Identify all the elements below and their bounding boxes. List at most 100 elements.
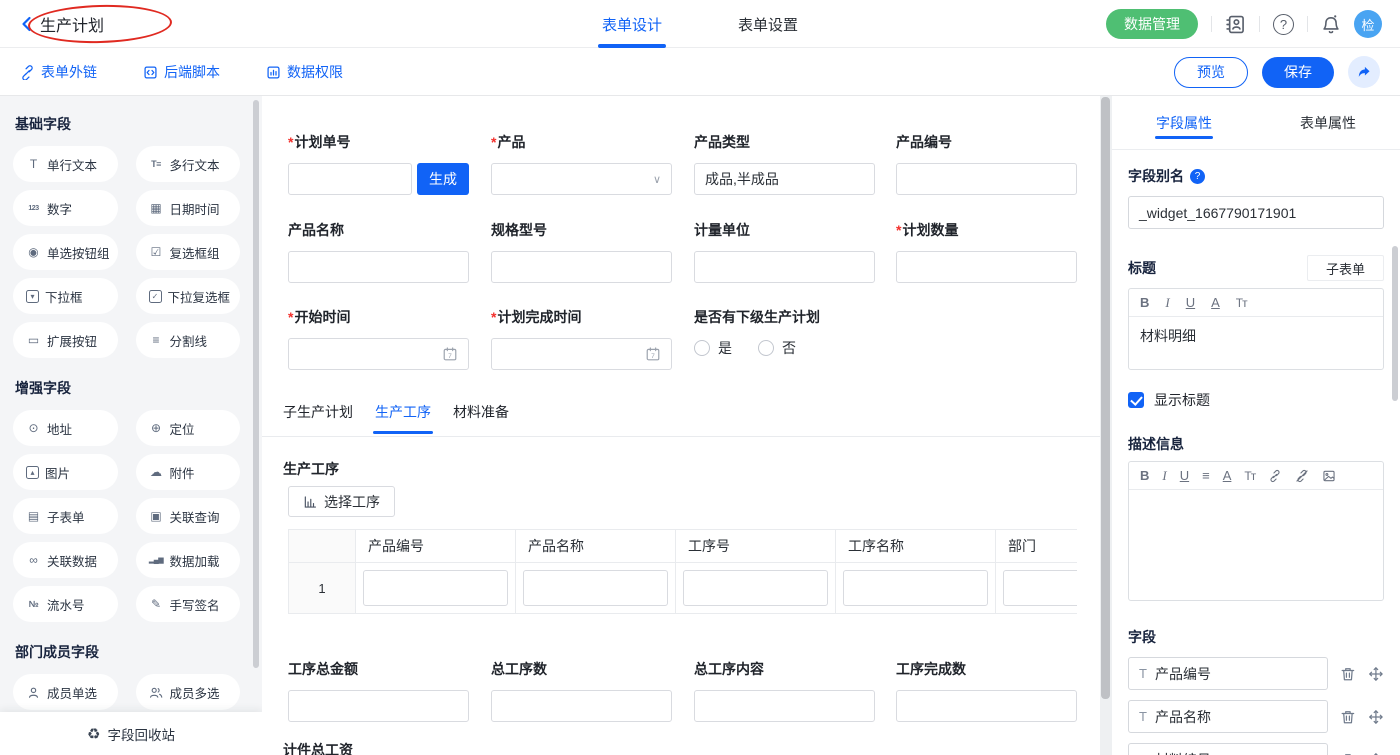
bold-button[interactable]: B <box>1140 468 1149 483</box>
sidebar-item-location[interactable]: ⊕定位 <box>136 410 241 446</box>
sidebar-item-subform[interactable]: ▤子表单 <box>13 498 118 534</box>
italic-button[interactable]: I <box>1162 468 1166 484</box>
radio-option-no[interactable]: 否 <box>758 338 796 358</box>
tab-production-process[interactable]: 生产工序 <box>375 402 431 434</box>
field-plan-number[interactable]: 计划单号 生成 <box>288 132 469 195</box>
field-plan-finish-time[interactable]: 计划完成时间 7 <box>491 307 672 370</box>
data-manage-button[interactable]: 数据管理 <box>1106 9 1198 39</box>
sidebar-item-extend-button[interactable]: ▭扩展按钮 <box>13 322 118 358</box>
field-unit[interactable]: 计量单位 <box>694 220 875 283</box>
sidebar-item-image[interactable]: ▴图片 <box>13 454 118 490</box>
form-external-link[interactable]: 表单外链 <box>20 62 97 82</box>
sidebar-item-member-single[interactable]: 成员单选 <box>13 674 118 710</box>
product-type-input[interactable]: 成品,半成品 <box>694 163 875 195</box>
sidebar-item-multi-select[interactable]: ✓下拉复选框 <box>136 278 241 314</box>
sidebar-item-checkbox-group[interactable]: ☑复选框组 <box>136 234 241 270</box>
sidebar-item-lookup[interactable]: ▣关联查询 <box>136 498 241 534</box>
description-editor-content[interactable] <box>1129 490 1383 600</box>
sidebar-item-linked-data[interactable]: ∞关联数据 <box>13 542 118 578</box>
bold-button[interactable]: B <box>1140 295 1149 310</box>
avatar[interactable]: 检 <box>1354 10 1382 38</box>
tab-form-properties[interactable]: 表单属性 <box>1256 96 1400 149</box>
plan-finish-time-input[interactable]: 7 <box>491 338 672 370</box>
field-item-product-code[interactable]: T产品编号 <box>1128 657 1328 690</box>
generate-button[interactable]: 生成 <box>417 163 469 195</box>
sidebar-item-radio-group[interactable]: ◉单选按钮组 <box>13 234 118 270</box>
process-finished-count-input[interactable] <box>896 690 1077 722</box>
product-select[interactable]: ∨ <box>491 163 672 195</box>
cell-product-name-input[interactable] <box>523 570 668 606</box>
field-plan-quantity[interactable]: 计划数量 <box>896 220 1077 283</box>
cell-process-no-input[interactable] <box>683 570 828 606</box>
sidebar-item-data-load[interactable]: ▂▄▆数据加载 <box>136 542 241 578</box>
font-size-button[interactable]: Tт <box>1244 469 1255 483</box>
total-process-content-input[interactable] <box>694 690 875 722</box>
save-button[interactable]: 保存 <box>1262 57 1334 88</box>
field-product-code[interactable]: 产品编号 <box>896 132 1077 195</box>
unlink-icon[interactable] <box>1295 469 1309 483</box>
trash-icon[interactable] <box>1340 752 1356 755</box>
font-color-button[interactable]: A <box>1211 295 1220 310</box>
help-icon[interactable]: ? <box>1190 169 1205 184</box>
help-icon[interactable]: ? <box>1273 14 1294 35</box>
field-total-process-count[interactable]: 总工序数 <box>491 659 672 722</box>
start-time-input[interactable]: 7 <box>288 338 469 370</box>
tab-form-settings[interactable]: 表单设置 <box>738 0 798 48</box>
sidebar-item-select[interactable]: ▾下拉框 <box>13 278 118 314</box>
spec-model-input[interactable] <box>491 251 672 283</box>
sidebar-item-single-text[interactable]: T单行文本 <box>13 146 118 182</box>
sidebar-item-address[interactable]: ⊙地址 <box>13 410 118 446</box>
field-alias-input[interactable]: _widget_1667790171901 <box>1128 196 1384 229</box>
tab-sub-production-plan[interactable]: 子生产计划 <box>283 402 353 434</box>
field-spec-model[interactable]: 规格型号 <box>491 220 672 283</box>
sidebar-item-attachment[interactable]: ☁附件 <box>136 454 241 490</box>
sidebar-item-number[interactable]: 123数字 <box>13 190 118 226</box>
cell-department-input[interactable] <box>1003 570 1077 606</box>
italic-button[interactable]: I <box>1165 295 1169 311</box>
field-product[interactable]: 产品 ∨ <box>491 132 672 195</box>
plan-quantity-input[interactable] <box>896 251 1077 283</box>
data-permission-link[interactable]: 数据权限 <box>266 62 343 82</box>
product-name-input[interactable] <box>288 251 469 283</box>
panel-scrollbar[interactable] <box>1392 246 1398 401</box>
sidebar-item-serial-number[interactable]: №流水号 <box>13 586 118 622</box>
sidebar-item-signature[interactable]: ✎手写签名 <box>136 586 241 622</box>
canvas-scrollbar[interactable] <box>1101 97 1110 699</box>
field-has-sub-plan[interactable]: 是否有下级生产计划 是 否 <box>694 307 954 358</box>
trash-icon[interactable] <box>1340 666 1356 682</box>
preview-button[interactable]: 预览 <box>1174 57 1248 88</box>
field-start-time[interactable]: 开始时间 7 <box>288 307 469 370</box>
underline-button[interactable]: U <box>1180 468 1189 483</box>
tab-material-preparation[interactable]: 材料准备 <box>453 402 509 434</box>
cell-process-name-input[interactable] <box>843 570 988 606</box>
form-canvas[interactable]: 计划单号 生成 产品 ∨ 产品类型 成品,半成品 产品编号 产品名称 规格型号 … <box>262 96 1100 755</box>
field-total-process-content[interactable]: 总工序内容 <box>694 659 875 722</box>
sidebar-item-datetime[interactable]: ▦日期时间 <box>136 190 241 226</box>
sidebar-item-multi-text[interactable]: T≡多行文本 <box>136 146 241 182</box>
total-process-count-input[interactable] <box>491 690 672 722</box>
field-item-product-name[interactable]: T产品名称 <box>1128 700 1328 733</box>
move-icon[interactable] <box>1368 709 1384 725</box>
field-recycle-bin[interactable]: ♻ 字段回收站 <box>0 712 262 755</box>
bell-icon[interactable] <box>1321 14 1341 35</box>
sidebar-scrollbar[interactable] <box>253 100 259 668</box>
cell-product-code-input[interactable] <box>363 570 508 606</box>
align-button[interactable]: ≡ <box>1202 468 1210 483</box>
process-total-amount-input[interactable] <box>288 690 469 722</box>
insert-image-icon[interactable] <box>1322 469 1336 483</box>
move-icon[interactable] <box>1368 752 1384 755</box>
field-process-finished-count[interactable]: 工序完成数 <box>896 659 1077 722</box>
unit-input[interactable] <box>694 251 875 283</box>
sidebar-item-divider[interactable]: ≡分割线 <box>136 322 241 358</box>
field-product-type[interactable]: 产品类型 成品,半成品 <box>694 132 875 195</box>
plan-number-input[interactable] <box>288 163 412 195</box>
share-button[interactable] <box>1348 56 1380 88</box>
product-code-input[interactable] <box>896 163 1077 195</box>
title-editor-content[interactable]: 材料明细 <box>1129 317 1383 369</box>
trash-icon[interactable] <box>1340 709 1356 725</box>
sidebar-item-member-multi[interactable]: 成员多选 <box>136 674 241 710</box>
tab-field-properties[interactable]: 字段属性 <box>1112 96 1256 149</box>
field-product-name[interactable]: 产品名称 <box>288 220 469 283</box>
back-icon[interactable] <box>18 15 36 33</box>
move-icon[interactable] <box>1368 666 1384 682</box>
